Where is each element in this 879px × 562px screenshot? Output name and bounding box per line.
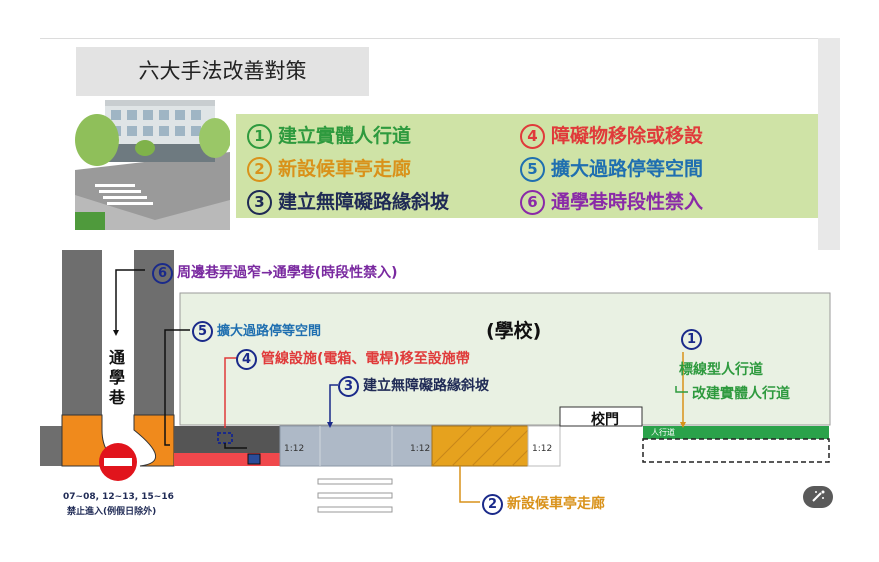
- legend-item-3: 3 建立無障礙路緣斜坡: [247, 187, 449, 215]
- shelter-corridor: [431, 425, 529, 467]
- street-illustration: [75, 100, 230, 230]
- legend-item-5: 5 擴大過路停等空間: [520, 154, 703, 182]
- legend-label: 建立無障礙路緣斜坡: [278, 191, 450, 213]
- legend-item-2: 2 新設候車亭走廊: [247, 154, 411, 182]
- alley-label: 通學巷: [108, 348, 125, 407]
- facility-zone: [174, 453, 280, 466]
- number-badge: 2: [247, 157, 272, 182]
- legend-item-4: 4 障礙物移除或移設: [520, 121, 703, 149]
- number-badge: 5: [192, 321, 213, 342]
- callout-2: 2 新設候車亭走廊: [482, 493, 605, 515]
- school-label: (學校): [486, 320, 542, 342]
- callout-4: 4 管線設施(電箱、電桿)移至設施帶: [236, 348, 470, 370]
- number-badge: 6: [520, 190, 545, 215]
- number-badge: 3: [338, 376, 359, 397]
- magic-edit-button[interactable]: [803, 486, 833, 508]
- slide-border: [40, 38, 839, 39]
- callout-text: 新設候車亭走廊: [507, 496, 605, 512]
- legend-item-1: 1 建立實體人行道: [247, 121, 411, 149]
- gate-label: 校門: [591, 412, 619, 428]
- number-badge: 5: [520, 157, 545, 182]
- sidewalk-mark: 人行道: [651, 428, 675, 437]
- slide-title: 六大手法改善對策: [138, 59, 307, 83]
- wand-icon: [812, 490, 825, 502]
- sidewalk-strip: [174, 426, 280, 453]
- ramp-mark-1: 1:12: [284, 444, 305, 454]
- legend-item-6: 6 通學巷時段性禁入: [520, 187, 703, 215]
- number-badge: 4: [236, 349, 257, 370]
- callout-5: 5 擴大過路停等空間: [192, 320, 321, 342]
- corner-extension-right: [133, 414, 175, 467]
- no-entry-time: 07~08, 12~13, 15~16: [63, 492, 174, 502]
- callout-1: 1: [681, 329, 706, 350]
- future-sidewalk: [642, 438, 830, 463]
- alley-wall-left: [62, 250, 102, 428]
- no-entry-note: 禁止進入(例假日除外): [67, 507, 157, 517]
- number-badge: 3: [247, 190, 272, 215]
- callout-1-line1: 標線型人行道: [679, 362, 763, 378]
- number-badge: 6: [152, 263, 173, 284]
- legend-label: 建立實體人行道: [278, 125, 412, 147]
- number-badge: 1: [681, 329, 702, 350]
- callout-1-line2: 改建實體人行道: [692, 386, 790, 402]
- legend-label: 通學巷時段性禁入: [551, 191, 704, 213]
- number-badge: 1: [247, 124, 272, 149]
- ramp-mark-2: 1:12: [410, 444, 431, 454]
- legend-label: 障礙物移除或移設: [551, 125, 704, 147]
- callout-text: 建立無障礙路緣斜坡: [363, 378, 489, 394]
- number-badge: 4: [520, 124, 545, 149]
- legend-label: 新設候車亭走廊: [278, 158, 412, 180]
- callout-6: 6 周邊巷弄過窄→通學巷(時段性禁入): [152, 262, 398, 284]
- callout-3: 3 建立無障礙路緣斜坡: [338, 375, 489, 397]
- utility-box-new: [247, 453, 261, 465]
- callout-text: 管線設施(電箱、電桿)移至設施帶: [261, 351, 470, 367]
- legend-label: 擴大過路停等空間: [551, 158, 704, 180]
- callout-text: 周邊巷弄過窄→通學巷(時段性禁入): [177, 265, 398, 281]
- ramp-mark-3: 1:12: [532, 444, 553, 454]
- callout-text: 擴大過路停等空間: [217, 324, 322, 339]
- number-badge: 2: [482, 494, 503, 515]
- curb-left: [40, 426, 62, 466]
- slide-scroll-edge: [818, 38, 840, 250]
